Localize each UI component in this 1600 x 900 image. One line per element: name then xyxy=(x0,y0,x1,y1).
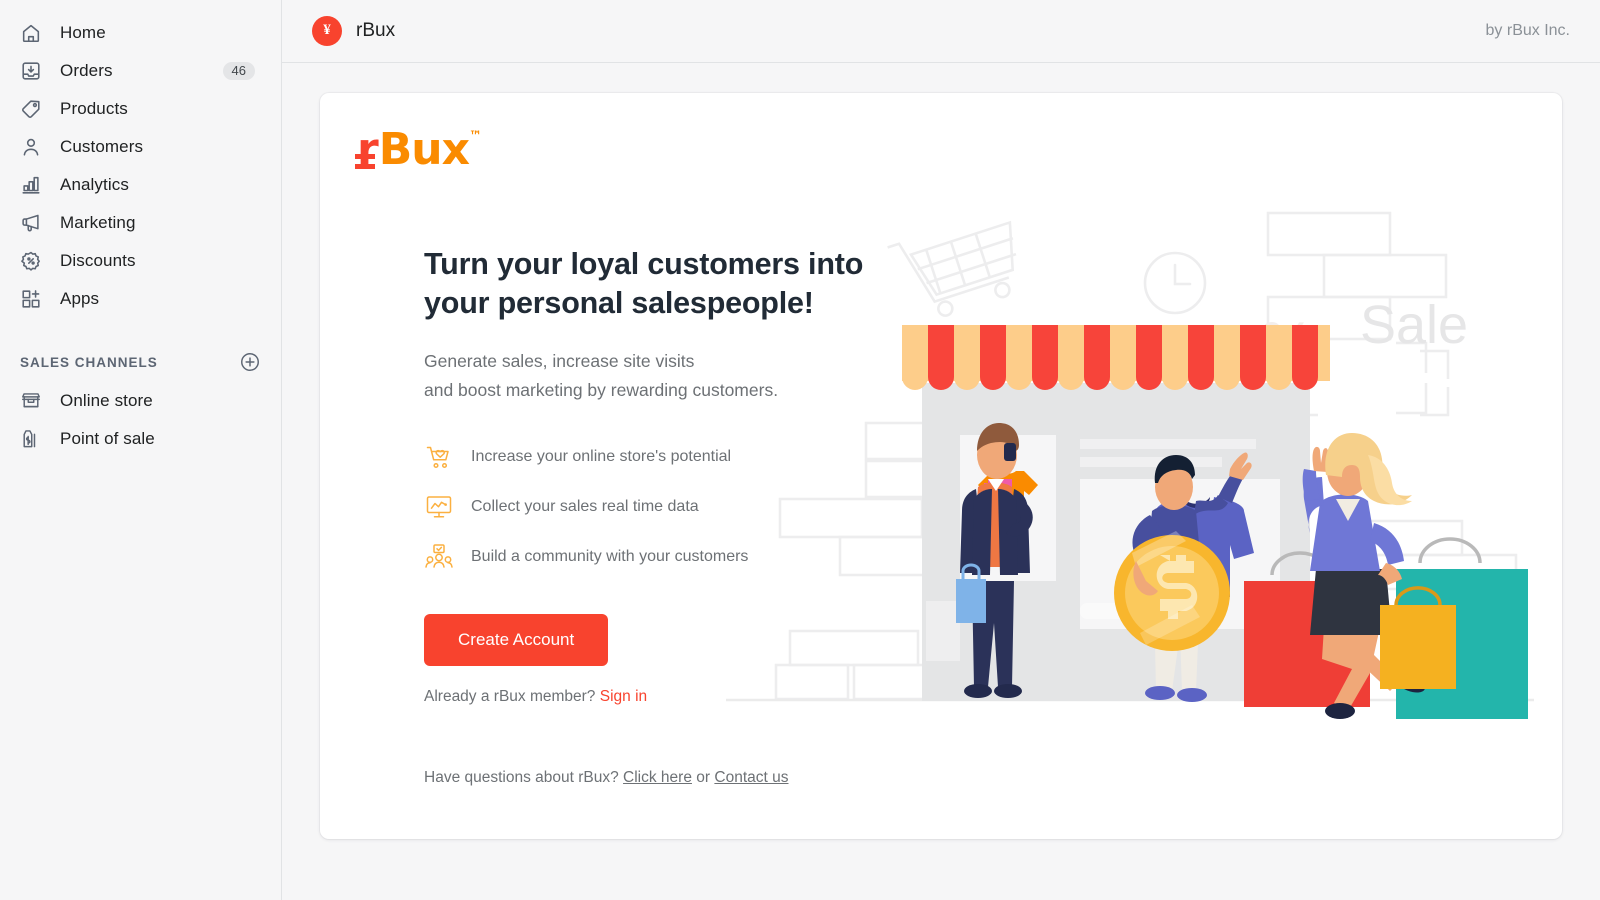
hero-copy: Turn your loyal customers into your pers… xyxy=(424,245,894,706)
sidebar-item-label: Discounts xyxy=(60,251,136,270)
feature-list: Increase your online store's potential C… xyxy=(424,442,894,572)
orders-count-badge: 46 xyxy=(222,62,255,80)
customers-icon xyxy=(20,136,42,158)
store-icon xyxy=(20,390,42,412)
contact-us-link[interactable]: Contact us xyxy=(714,769,788,786)
feature-label: Increase your online store's potential xyxy=(471,448,732,466)
orders-icon xyxy=(20,60,42,82)
point-of-sale-icon xyxy=(20,428,42,450)
marketing-icon xyxy=(20,212,42,234)
subhead-line-2: and boost marketing by rewarding custome… xyxy=(424,379,779,400)
svg-text:Sale: Sale xyxy=(1360,295,1468,355)
page-title: Turn your loyal customers into your pers… xyxy=(424,247,864,321)
hero-subhead: Generate sales, increase site visits and… xyxy=(424,347,894,404)
feature-item: Build a community with your customers xyxy=(424,542,894,572)
rbux-logo: r Bux ™ xyxy=(355,124,482,175)
trademark-mark: ™ xyxy=(468,129,482,144)
member-prompt: Already a rBux member? Sign in xyxy=(424,688,894,706)
sidebar-item-marketing[interactable]: Marketing xyxy=(6,204,275,242)
sidebar-item-customers[interactable]: Customers xyxy=(6,128,275,166)
member-prompt-text: Already a rBux member? xyxy=(424,688,596,706)
sidebar-item-analytics[interactable]: Analytics xyxy=(6,166,275,204)
sign-in-link[interactable]: Sign in xyxy=(600,688,647,705)
sidebar-item-label: Home xyxy=(60,23,106,42)
cart-heart-icon xyxy=(424,442,454,472)
discounts-icon xyxy=(20,250,42,272)
sidebar-item-label: Analytics xyxy=(60,175,129,194)
questions-or-text: or xyxy=(696,769,711,786)
feature-label: Build a community with your customers xyxy=(471,548,749,566)
click-here-link[interactable]: Click here xyxy=(623,769,692,786)
questions-footer: Have questions about rBux? Click here or… xyxy=(424,769,789,787)
sidebar-item-apps[interactable]: Apps xyxy=(6,280,275,318)
sidebar-item-discounts[interactable]: Discounts xyxy=(6,242,275,280)
create-account-button[interactable]: Create Account xyxy=(424,614,609,667)
rbux-avatar-icon: ¥ xyxy=(312,16,342,46)
sidebar-item-online-store[interactable]: Online store xyxy=(6,382,275,420)
apps-icon xyxy=(20,288,42,310)
plus-circle-icon[interactable] xyxy=(239,351,261,373)
sidebar-item-label: Online store xyxy=(60,391,153,410)
rbux-logo-r: r xyxy=(355,124,379,175)
products-icon xyxy=(20,98,42,120)
feature-item: Collect your sales real time data xyxy=(424,492,894,522)
subhead-line-1: Generate sales, increase site visits xyxy=(424,351,695,372)
analytics-icon xyxy=(20,174,42,196)
sidebar-item-products[interactable]: Products xyxy=(6,90,275,128)
app-byline: by rBux Inc. xyxy=(1485,22,1570,39)
feature-item: Increase your online store's potential xyxy=(424,442,894,472)
app-title: rBux xyxy=(356,20,396,41)
sidebar-item-point-of-sale[interactable]: Point of sale xyxy=(6,420,275,458)
feature-label: Collect your sales real time data xyxy=(471,498,699,516)
questions-prompt-text: Have questions about rBux? xyxy=(424,769,619,786)
sidebar-item-label: Products xyxy=(60,99,128,118)
sidebar-item-label: Apps xyxy=(60,289,100,308)
sales-channels-header: SALES CHANNELS xyxy=(0,342,281,382)
sidebar-item-label: Customers xyxy=(60,137,144,156)
community-icon xyxy=(424,542,454,572)
app-topbar: ¥ rBux by rBux Inc. xyxy=(282,0,1600,63)
home-icon xyxy=(20,22,42,44)
sales-channels-title: SALES CHANNELS xyxy=(20,354,158,370)
sidebar-item-home[interactable]: Home xyxy=(6,14,275,52)
content-area: r Bux ™ Sale Turn your loyal customers i… xyxy=(282,63,1600,900)
sidebar-item-orders[interactable]: Orders 46 xyxy=(6,52,275,90)
rbux-logo-bux: Bux xyxy=(378,124,470,175)
main-area: ¥ rBux by rBux Inc. r Bux ™ Sale Turn yo… xyxy=(282,0,1600,900)
sidebar-item-label: Point of sale xyxy=(60,429,155,448)
onboarding-card: r Bux ™ Sale Turn your loyal customers i… xyxy=(320,93,1562,839)
sidebar-item-label: Marketing xyxy=(60,213,136,232)
monitor-chart-icon xyxy=(424,492,454,522)
sidebar-item-label: Orders xyxy=(60,61,113,80)
rbux-avatar-glyph: ¥ xyxy=(323,21,331,38)
app-root: Home Orders 46 Products Customers Analyt… xyxy=(0,0,1600,900)
sidebar: Home Orders 46 Products Customers Analyt… xyxy=(0,0,282,900)
